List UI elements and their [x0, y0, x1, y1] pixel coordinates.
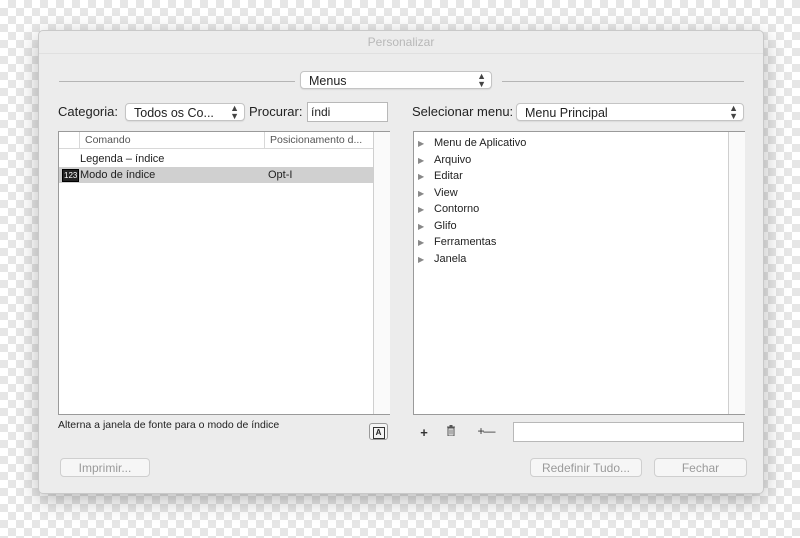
mode-popup[interactable]: Menus ▲ ▼: [300, 71, 492, 89]
tree-item[interactable]: ▶ Menu de Aplicativo: [418, 135, 526, 151]
tree-item[interactable]: ▶ Janela: [418, 251, 466, 267]
number-icon: 123: [62, 169, 80, 182]
disclosure-triangle-icon[interactable]: ▶: [418, 136, 434, 152]
divider-left: [59, 81, 295, 82]
tree-item[interactable]: ▶ Ferramentas: [418, 234, 496, 250]
search-label: Procurar:: [249, 104, 303, 119]
command-description: Alterna a janela de fonte para o modo de…: [58, 419, 280, 431]
tree-item[interactable]: ▶ Editar: [418, 168, 463, 184]
add-button[interactable]: +: [417, 425, 431, 440]
menu-item-name-input[interactable]: [513, 422, 744, 442]
category-popup-value: Todos os Co...: [134, 106, 214, 120]
tree-item[interactable]: ▶ Contorno: [418, 201, 479, 217]
tree-item[interactable]: ▶ Arquivo: [418, 152, 471, 168]
chevron-updown-icon: ▲ ▼: [230, 103, 239, 121]
row-shortcut: Opt-I: [268, 169, 293, 181]
tree-item[interactable]: ▶ View: [418, 185, 458, 201]
disclosure-triangle-icon[interactable]: ▶: [418, 252, 434, 268]
print-button[interactable]: Imprimir...: [60, 458, 150, 477]
window-title: Personalizar: [39, 31, 763, 54]
scrollbar[interactable]: [728, 132, 745, 414]
column-header-shortcut[interactable]: Posicionamento d...: [265, 132, 373, 149]
category-popup[interactable]: Todos os Co... ▲ ▼: [125, 103, 245, 121]
trash-icon: [447, 425, 455, 437]
chevron-updown-icon: ▲ ▼: [729, 103, 738, 121]
disclosure-triangle-icon[interactable]: ▶: [418, 219, 434, 235]
disclosure-triangle-icon[interactable]: ▶: [418, 169, 434, 185]
add-separator-button[interactable]: +—: [471, 424, 501, 438]
menu-popup-value: Menu Principal: [525, 106, 608, 120]
command-list[interactable]: Comando Posicionamento d... Legenda – ín…: [58, 131, 390, 415]
delete-button[interactable]: [443, 425, 459, 439]
disclosure-triangle-icon[interactable]: ▶: [418, 153, 434, 169]
row-command: Modo de índice: [80, 169, 156, 181]
scrollbar[interactable]: [373, 132, 390, 414]
select-menu-label: Selecionar menu:: [412, 104, 514, 119]
column-header-command[interactable]: Comando: [80, 132, 265, 149]
menu-tree[interactable]: ▶ Menu de Aplicativo ▶ Arquivo ▶ Editar ▶ Vi…: [413, 131, 745, 415]
font-preview-button[interactable]: A: [369, 423, 388, 440]
reset-all-button[interactable]: Redefinir Tudo...: [530, 458, 642, 477]
close-button[interactable]: Fechar: [654, 458, 747, 477]
divider-right: [502, 81, 744, 82]
mode-popup-value: Menus: [309, 74, 347, 88]
font-a-icon: A: [372, 427, 385, 439]
tree-item[interactable]: ▶ Glifo: [418, 218, 457, 234]
menu-popup[interactable]: Menu Principal ▲ ▼: [516, 103, 744, 121]
chevron-updown-icon: ▲ ▼: [477, 71, 486, 89]
disclosure-triangle-icon[interactable]: ▶: [418, 202, 434, 218]
search-input[interactable]: índi: [307, 102, 388, 122]
disclosure-triangle-icon[interactable]: ▶: [418, 186, 434, 202]
category-label: Categoria:: [58, 104, 118, 119]
table-row-selected[interactable]: 123 Modo de índice Opt-I: [59, 167, 373, 183]
disclosure-triangle-icon[interactable]: ▶: [418, 235, 434, 251]
table-row[interactable]: Legenda – índice: [59, 151, 373, 167]
icon-column-header[interactable]: [59, 132, 80, 149]
row-command: Legenda – índice: [80, 153, 165, 165]
customize-dialog: Personalizar Menus ▲ ▼ Categoria: Todos o…: [38, 30, 764, 494]
